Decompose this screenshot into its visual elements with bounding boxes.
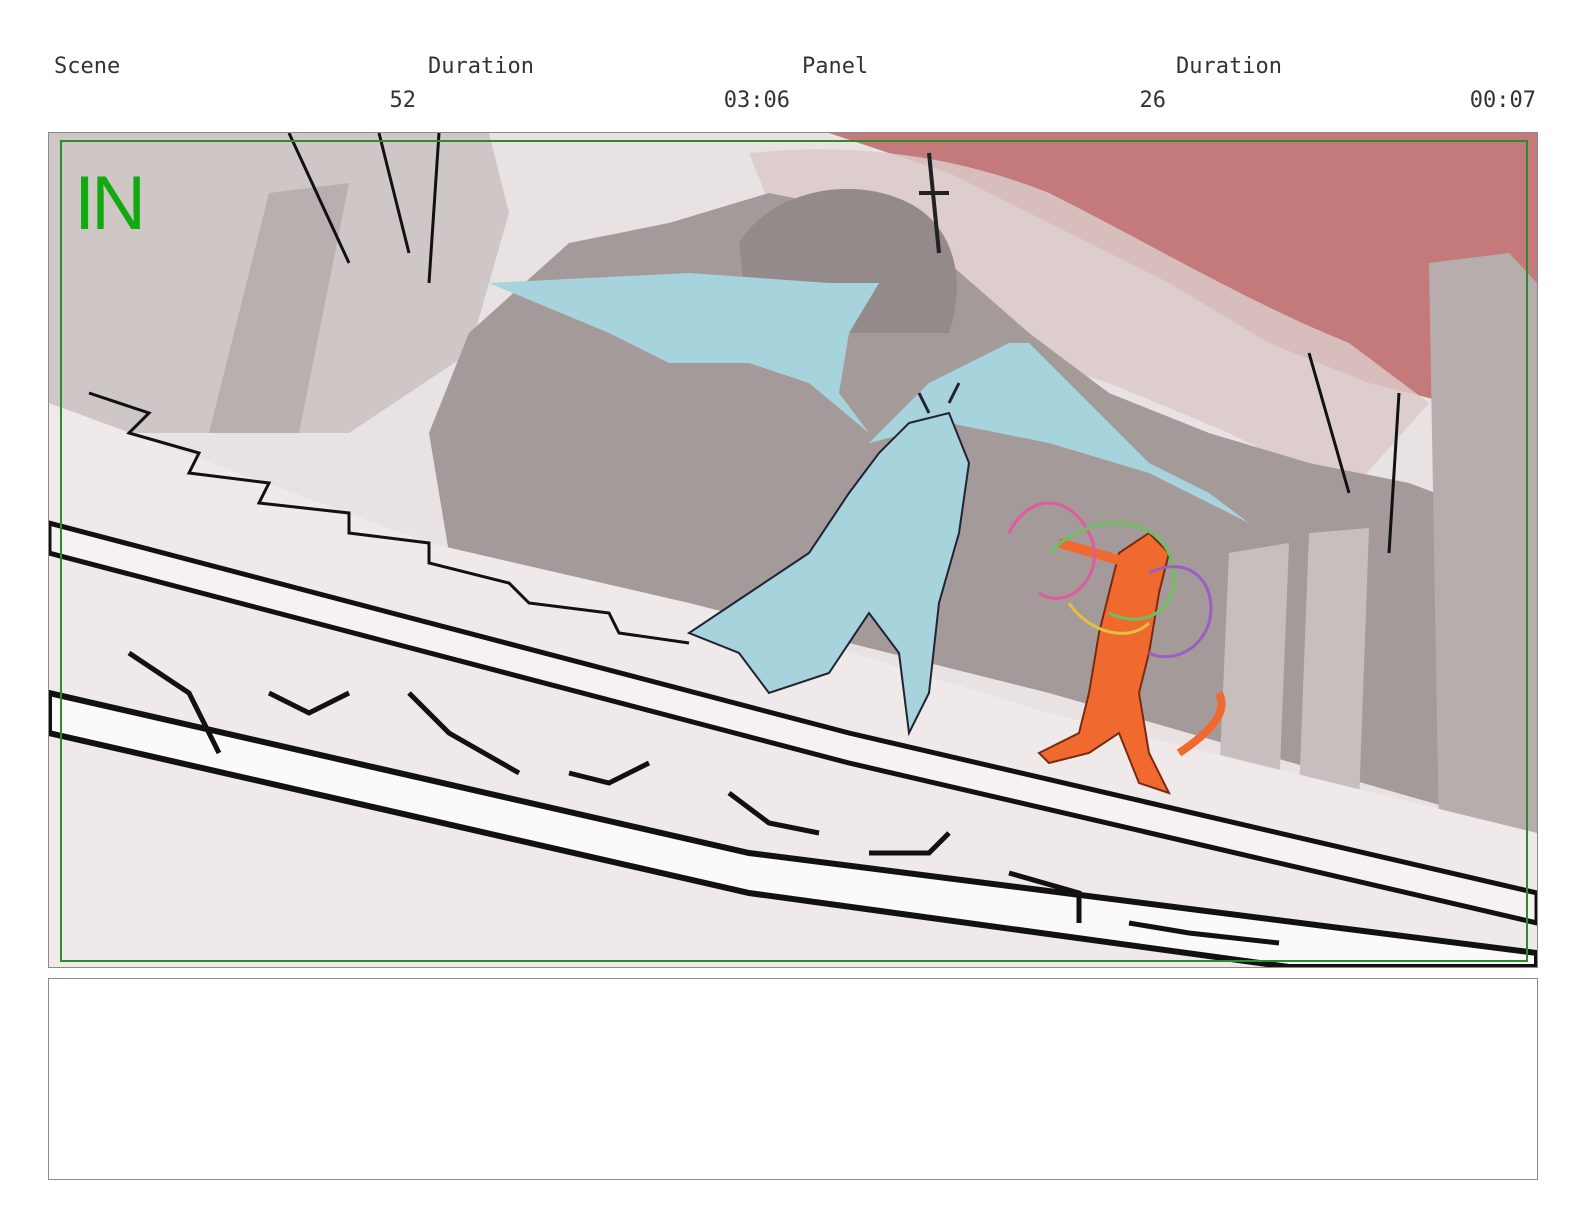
scene-duration-label: Duration xyxy=(428,54,534,79)
scene-number: 52 xyxy=(389,88,417,113)
panel-duration-value: 00:07 xyxy=(1469,88,1536,113)
storyboard-panel xyxy=(48,132,1538,968)
panel-number: 26 xyxy=(1139,88,1167,113)
notes-box[interactable] xyxy=(48,978,1538,1180)
panel-artwork xyxy=(49,133,1537,967)
castle-right-tower xyxy=(1429,253,1537,853)
panel-duration-label: Duration xyxy=(1176,54,1282,79)
panel-label: Panel xyxy=(802,54,869,79)
scene-label: Scene xyxy=(54,54,121,79)
transition-in-marker: IN xyxy=(74,161,146,246)
scene-duration-value: 03:06 xyxy=(723,88,790,113)
